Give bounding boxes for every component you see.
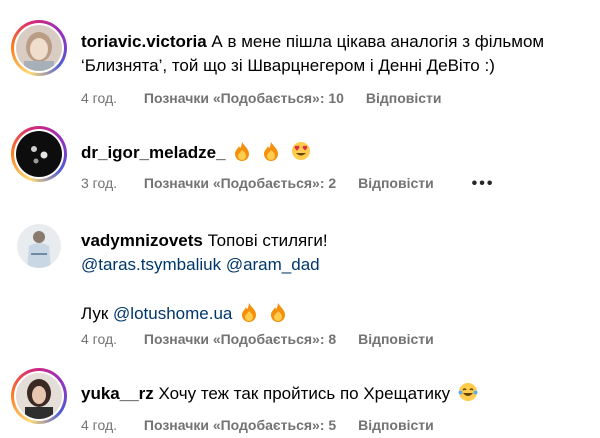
comment-text: yuka__rz Хочу теж так пройтись по Хрещат… [81, 382, 586, 409]
mention-link[interactable]: @taras.tsymbaliuk [81, 255, 221, 274]
more-options-icon[interactable]: ••• [472, 175, 495, 193]
likes-count[interactable]: Позначки «Подобається»: 5 [144, 417, 336, 433]
comment-username[interactable]: vadymnizovets [81, 231, 203, 250]
comment-time[interactable]: 4 год. [81, 90, 117, 106]
comment-body: Хочу теж так пройтись по Хрещатику [158, 384, 451, 403]
likes-count[interactable]: Позначки «Подобається»: 10 [144, 90, 344, 106]
comment-body: Топові стиляги! [207, 231, 328, 250]
likes-count[interactable]: Позначки «Подобається»: 2 [144, 175, 336, 191]
fire-emoji [240, 302, 258, 329]
likes-count[interactable]: Позначки «Подобається»: 8 [144, 331, 336, 347]
heart-eyes-emoji [291, 141, 311, 168]
comment-meta: 4 год. Позначки «Подобається»: 10 Відпов… [81, 90, 442, 106]
fire-emoji [262, 141, 280, 168]
comment-username[interactable]: toriavic.victoria [81, 32, 207, 51]
laughing-tears-emoji [458, 382, 478, 409]
avatar-photo [16, 373, 62, 419]
reply-button[interactable]: Відповісти [366, 90, 442, 106]
comment-meta: 4 год. Позначки «Подобається»: 5 Відпові… [81, 417, 434, 433]
comment-meta: 4 год. Позначки «Подобається»: 8 Відпові… [81, 331, 434, 347]
comment-username[interactable]: dr_igor_meladze_ [81, 143, 226, 162]
fire-emoji [233, 141, 251, 168]
avatar[interactable] [11, 20, 67, 76]
comment-meta: 3 год. Позначки «Подобається»: 2 Відпові… [81, 175, 494, 193]
avatar-photo [16, 25, 62, 71]
avatar[interactable] [11, 126, 67, 182]
comment-time[interactable]: 4 год. [81, 417, 117, 433]
comment-body: Лук [81, 304, 109, 323]
reply-button[interactable]: Відповісти [358, 175, 434, 191]
comment-text: dr_igor_meladze_ [81, 141, 586, 168]
fire-emoji [269, 302, 287, 329]
mention-link[interactable]: @lotushome.ua [113, 304, 232, 323]
comment-text: toriavic.victoria А в мене пішла цікава … [81, 30, 586, 78]
comment-time[interactable]: 4 год. [81, 331, 117, 347]
reply-button[interactable]: Відповісти [358, 417, 434, 433]
reply-button[interactable]: Відповісти [358, 331, 434, 347]
comment-text: vadymnizovets Топові стиляги! @taras.tsy… [81, 229, 586, 329]
comment-time[interactable]: 3 год. [81, 175, 117, 191]
avatar[interactable] [11, 368, 67, 424]
comment-username[interactable]: yuka__rz [81, 384, 154, 403]
avatar-photo [16, 131, 62, 177]
mention-link[interactable]: @aram_dad [226, 255, 320, 274]
avatar[interactable] [17, 224, 61, 268]
